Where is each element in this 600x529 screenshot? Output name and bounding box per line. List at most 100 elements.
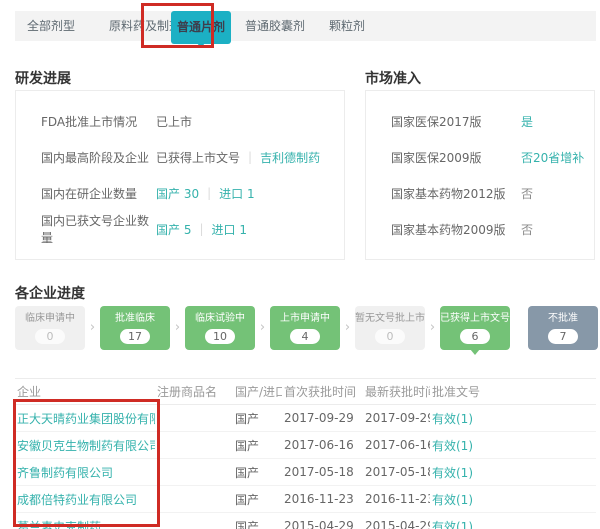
divider: | [199,222,203,236]
tab-granule[interactable]: 颗粒剂 [329,11,365,41]
stage-count-badge: 0 [35,329,65,344]
imported-in-dev-count-link[interactable]: 进口 1 [219,185,254,202]
tab-all-dosage-forms[interactable]: 全部剂型 [27,11,75,41]
progress-pipeline: 临床申请中 0 › 批准临床 17 › 临床试验中 10 › 上市申请中 4 ›… [15,306,598,350]
imported-licensed-count-link[interactable]: 进口 1 [212,221,247,238]
stage-count-badge: 10 [205,329,235,344]
company-link[interactable]: 齐鲁制药有限公司 [17,466,113,480]
company-link[interactable]: 葛兰素史克制药 [17,520,101,529]
first-approval-cell: 2017-09-29 [282,405,363,432]
medicare-2009-label: 国家医保2009版 [366,149,521,166]
license-link[interactable]: 有效(1) [432,520,473,529]
license-link[interactable]: 有效(1) [432,439,473,453]
domestic-in-dev-count-link[interactable]: 国产 30 [156,185,199,202]
chevron-right-icon: › [85,306,100,350]
stage-clinical-application[interactable]: 临床申请中 0 [15,306,85,350]
first-approval-cell: 2017-06-16 [282,432,363,459]
stage-label: 暂无文号批上市 [355,312,425,325]
stage-in-clinical-trial[interactable]: 临床试验中 10 [185,306,255,350]
essential-drugs-2012-label: 国家基本药物2012版 [366,185,521,202]
medicare-2009-value: 否20省增补 [521,149,584,166]
first-approval-cell: 2016-11-23 [282,486,363,513]
company-link[interactable]: 安徽贝克生物制药有限公司 [17,439,155,453]
drug-detail-page: 全部剂型 原料药及制剂中间体 普通片剂 普通胶囊剂 颗粒剂 研发进展 FDA批准… [0,0,600,529]
stage-clinical-approved[interactable]: 批准临床 17 [100,306,170,350]
company-link[interactable]: 成都倍特药业有限公司 [17,493,137,507]
medicare-2017-row: 国家医保2017版 是 [366,103,594,139]
essential-drugs-2009-value: 否 [521,221,533,238]
latest-approval-cell: 2017-05-18 [363,459,430,486]
brand-cell [155,432,233,459]
company-link[interactable]: 正大天晴药业集团股份有限公司 [17,412,155,426]
domestic-highest-stage-value: 已获得上市文号 [156,149,240,166]
origin-cell: 国产 [233,432,282,459]
table-row: 安徽贝克生物制药有限公司 国产 2017-06-16 2017-06-16 有效… [15,432,596,459]
license-link[interactable]: 有效(1) [432,493,473,507]
stage-count-badge: 4 [290,329,320,344]
latest-approval-cell: 2017-06-16 [363,432,430,459]
domestic-licensed-count-link[interactable]: 国产 5 [156,221,191,238]
domestic-highest-stage-label: 国内最高阶段及企业 [16,149,156,166]
license-link[interactable]: 有效(1) [432,466,473,480]
col-header-origin: 国产/进口 [233,379,282,405]
divider: | [248,150,252,164]
essential-drugs-2009-row: 国家基本药物2009版 否 [366,211,594,247]
col-header-latest-approval: 最新获批时间 [363,379,430,405]
table-row: 齐鲁制药有限公司 国产 2017-05-18 2017-05-18 有效(1) [15,459,596,486]
company-license-table: 企业 注册商品名 国产/进口 首次获批时间 最新获批时间 批准文号 正大天晴药业… [15,378,596,529]
latest-approval-cell: 2015-04-29 [363,513,430,529]
stage-license-obtained-selected[interactable]: 已获得上市文号 6 [440,306,510,350]
stage-not-approved[interactable]: 不批准 7 [528,306,598,350]
table-row: 葛兰素史克制药 国产 2015-04-29 2015-04-29 有效(1) [15,513,596,529]
table-row: 正大天晴药业集团股份有限公司 国产 2017-09-29 2017-09-29 … [15,405,596,432]
medicare-2017-value: 是 [521,113,533,130]
tab-plain-tablet-active[interactable]: 普通片剂 [171,11,231,44]
brand-cell [155,513,233,529]
fda-status-value: 已上市 [156,113,192,130]
brand-cell [155,405,233,432]
rnd-progress-title: 研发进展 [15,68,71,88]
chevron-right-icon: › [425,306,440,350]
table-row: 成都倍特药业有限公司 国产 2016-11-23 2016-11-23 有效(1… [15,486,596,513]
latest-approval-cell: 2017-09-29 [363,405,430,432]
stage-label: 临床试验中 [185,312,255,325]
tab-plain-capsule[interactable]: 普通胶囊剂 [245,11,305,41]
stage-count-badge: 7 [548,329,578,344]
fda-status-row: FDA批准上市情况 已上市 [16,103,344,139]
brand-cell [155,486,233,513]
origin-cell: 国产 [233,513,282,529]
tab-api-and-intermediates[interactable]: 原料药及制剂中间体 [109,11,171,41]
rnd-progress-card: FDA批准上市情况 已上市 国内最高阶段及企业 已获得上市文号 | 吉利德制药 … [15,90,345,260]
origin-cell: 国产 [233,459,282,486]
stage-approved-no-license[interactable]: 暂无文号批上市 0 [355,306,425,350]
stage-label: 上市申请中 [270,312,340,325]
stage-label: 批准临床 [100,312,170,325]
col-header-license-no: 批准文号 [430,379,596,405]
brand-cell [155,459,233,486]
companies-in-development-row: 国内在研企业数量 国产 30 | 进口 1 [16,175,344,211]
first-approval-cell: 2015-04-29 [282,513,363,529]
col-header-first-approval: 首次获批时间 [282,379,363,405]
table-header-row: 企业 注册商品名 国产/进口 首次获批时间 最新获批时间 批准文号 [15,379,596,405]
stage-label: 不批准 [528,312,598,325]
dosage-form-tab-bar: 全部剂型 原料药及制剂中间体 普通片剂 普通胶囊剂 颗粒剂 [15,11,596,41]
origin-cell: 国产 [233,486,282,513]
fda-status-label: FDA批准上市情况 [16,113,156,130]
highest-stage-company-link[interactable]: 吉利德制药 [260,149,320,166]
stage-count-badge: 0 [375,329,405,344]
market-access-card: 国家医保2017版 是 国家医保2009版 否20省增补 国家基本药物2012版… [365,90,595,260]
divider: | [207,186,211,200]
market-access-title: 市场准入 [365,68,421,88]
medicare-2009-row: 国家医保2009版 否20省增补 [366,139,594,175]
stage-marketing-application[interactable]: 上市申请中 4 [270,306,340,350]
stage-count-badge: 17 [120,329,150,344]
chevron-right-icon: › [340,306,355,350]
license-link[interactable]: 有效(1) [432,412,473,426]
latest-approval-cell: 2016-11-23 [363,486,430,513]
companies-licensed-label: 国内已获文号企业数量 [16,212,156,246]
first-approval-cell: 2017-05-18 [282,459,363,486]
col-header-company: 企业 [15,379,155,405]
essential-drugs-2012-value: 否 [521,185,533,202]
essential-drugs-2009-label: 国家基本药物2009版 [366,221,521,238]
origin-cell: 国产 [233,405,282,432]
